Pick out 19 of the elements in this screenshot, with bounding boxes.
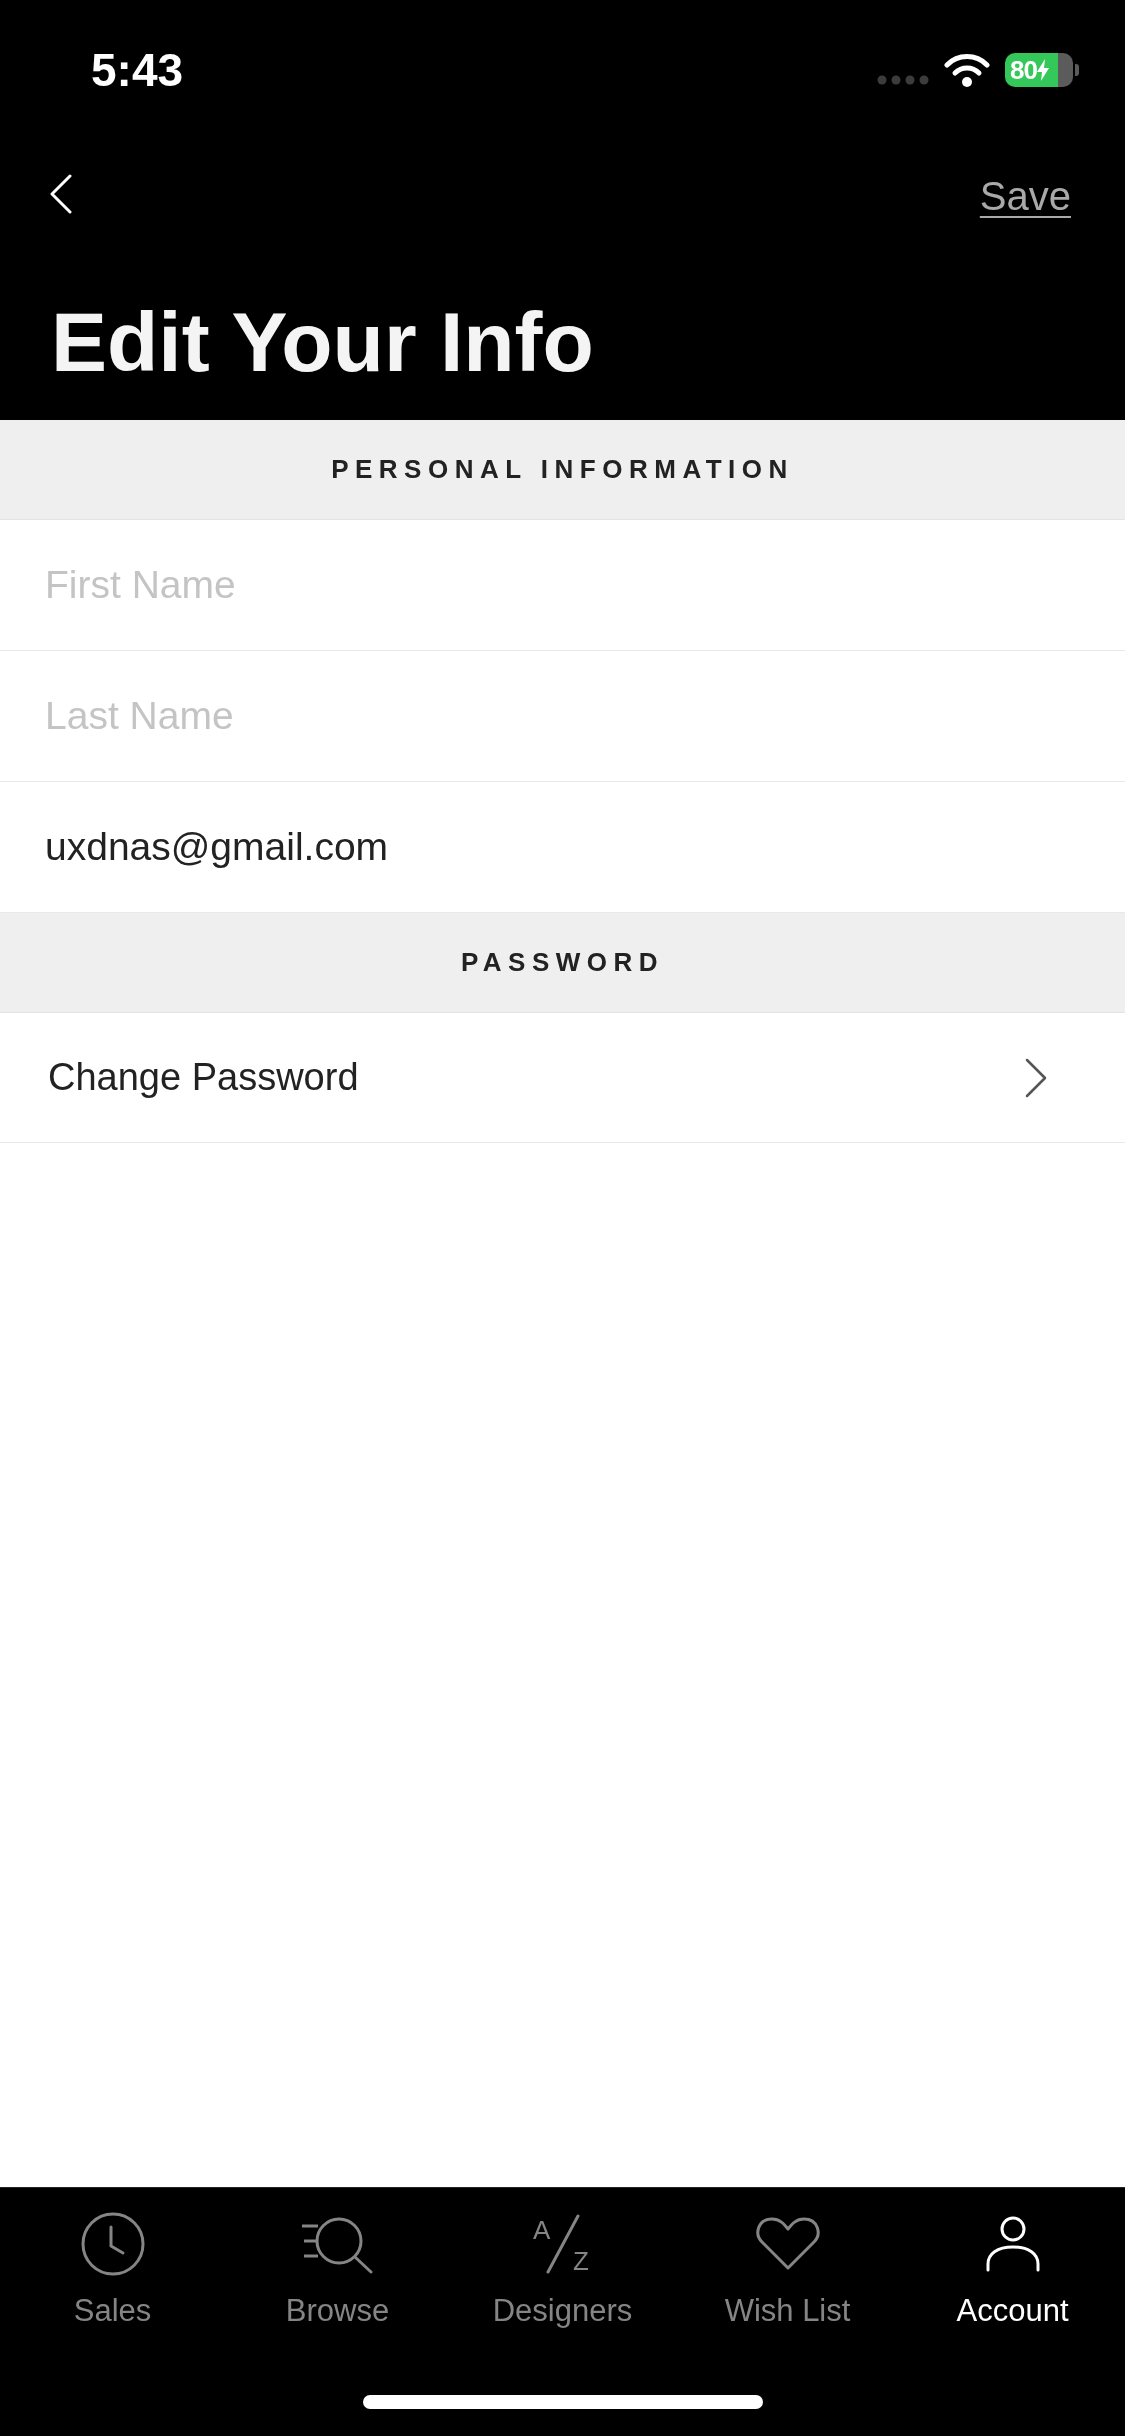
chevron-right-icon [1024, 1057, 1048, 1098]
tab-item[interactable]: Account [900, 2212, 1125, 2329]
wifi-icon [944, 53, 990, 87]
chevron-left-icon [49, 174, 73, 214]
tab-item[interactable]: Sales [0, 2212, 225, 2329]
tab-item[interactable]: Wish List [675, 2212, 900, 2329]
section-header: PASSWORD [0, 913, 1125, 1013]
status-time: 5:43 [91, 43, 184, 97]
section-header: PERSONAL INFORMATION [0, 420, 1125, 520]
clock-icon [80, 2212, 145, 2276]
heart-icon [753, 2216, 822, 2272]
tab-item[interactable]: Browse [225, 2212, 450, 2329]
tab-item[interactable]: A Z Designers [450, 2212, 675, 2329]
battery-percentage: 80 [1010, 55, 1037, 85]
person-icon [984, 2216, 1041, 2272]
save-button[interactable]: Save [979, 170, 1071, 222]
cellular-signal-icon [877, 75, 929, 85]
charging-bolt-icon [1036, 59, 1049, 81]
page-title: Edit Your Info [50, 294, 595, 391]
